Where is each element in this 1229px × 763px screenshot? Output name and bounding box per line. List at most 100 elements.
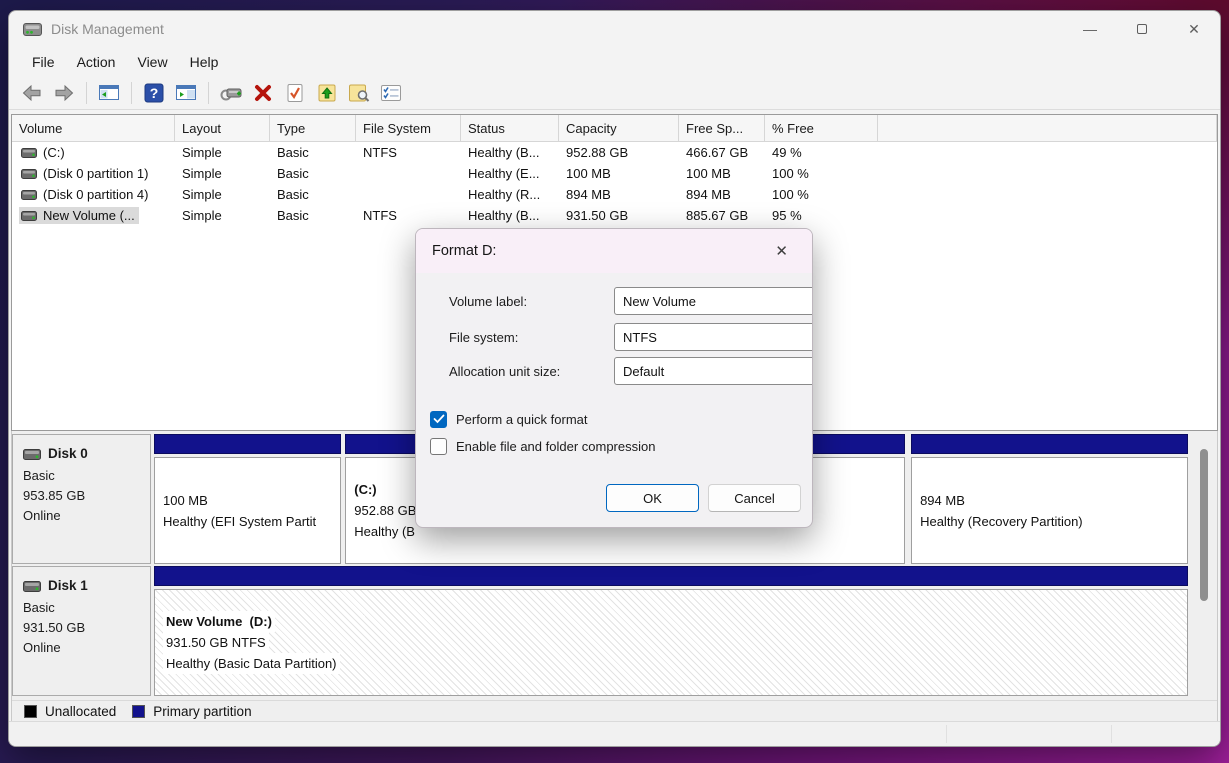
toolbar-separator bbox=[208, 82, 209, 104]
toolbar-separator bbox=[86, 82, 87, 104]
menu-help[interactable]: Help bbox=[179, 50, 230, 74]
statusbar-separator bbox=[946, 725, 947, 743]
primary-partition-bar bbox=[911, 434, 1188, 454]
toolbar: ? bbox=[9, 77, 1220, 110]
partition-recovery[interactable]: 894 MB Healthy (Recovery Partition) bbox=[911, 434, 1188, 564]
delete-volume-icon[interactable] bbox=[250, 81, 276, 105]
partition-efi[interactable]: 100 MB Healthy (EFI System Partit bbox=[154, 434, 341, 564]
volume-disk-icon bbox=[21, 190, 37, 200]
volume-type: Basic bbox=[270, 166, 356, 181]
partition-status: Healthy (Basic Data Partition) bbox=[163, 653, 340, 674]
volume-row-partition4[interactable]: (Disk 0 partition 4) Simple Basic Health… bbox=[12, 184, 1217, 205]
checkbox-checked-icon[interactable] bbox=[430, 411, 447, 428]
ok-button[interactable]: OK bbox=[606, 484, 699, 512]
volume-capacity: 894 MB bbox=[559, 187, 679, 202]
volume-free-space: 885.67 GB bbox=[679, 208, 765, 223]
volume-type: Basic bbox=[270, 145, 356, 160]
partition-size: 894 MB bbox=[920, 490, 1185, 511]
disk-icon bbox=[23, 581, 41, 592]
column-header-volume[interactable]: Volume bbox=[12, 115, 175, 141]
volume-status: Healthy (B... bbox=[461, 208, 559, 223]
partition-new-volume-d[interactable]: New Volume (D:) 931.50 GB NTFS Healthy (… bbox=[154, 566, 1188, 696]
quick-format-label: Perform a quick format bbox=[456, 412, 588, 427]
volume-layout: Simple bbox=[175, 145, 270, 160]
menu-bar: File Action View Help bbox=[9, 47, 1220, 77]
disk-name: Disk 0 bbox=[48, 444, 88, 464]
show-console-tree-icon[interactable] bbox=[96, 81, 122, 105]
checkbox-unchecked-icon[interactable] bbox=[430, 438, 447, 455]
volume-disk-icon bbox=[21, 169, 37, 179]
compression-label: Enable file and folder compression bbox=[456, 439, 655, 454]
volume-free-space: 466.67 GB bbox=[679, 145, 765, 160]
legend-bar: Unallocated Primary partition bbox=[12, 700, 1217, 722]
partition-label: New Volume (D:) bbox=[163, 611, 275, 632]
close-button[interactable]: ✕ bbox=[1168, 11, 1220, 47]
disk1-info-panel[interactable]: Disk 1 Basic 931.50 GB Online bbox=[12, 566, 151, 696]
volume-status: Healthy (B... bbox=[461, 145, 559, 160]
volume-row-new-volume[interactable]: New Volume (... Simple Basic NTFS Health… bbox=[12, 205, 1217, 226]
primary-partition-swatch bbox=[132, 705, 145, 718]
quick-format-checkbox-row[interactable]: Perform a quick format bbox=[430, 409, 588, 429]
menu-view[interactable]: View bbox=[126, 50, 178, 74]
show-action-pane-icon[interactable] bbox=[173, 81, 199, 105]
volume-label-input[interactable]: New Volume bbox=[614, 287, 813, 315]
dialog-close-icon[interactable]: ✕ bbox=[767, 238, 796, 264]
column-header-layout[interactable]: Layout bbox=[175, 115, 270, 141]
disk0-info-panel[interactable]: Disk 0 Basic 953.85 GB Online bbox=[12, 434, 151, 564]
volume-status: Healthy (E... bbox=[461, 166, 559, 181]
disk-status: Online bbox=[23, 638, 140, 658]
volume-file-system: NTFS bbox=[356, 208, 461, 223]
menu-file[interactable]: File bbox=[21, 50, 66, 74]
explore-find-icon[interactable] bbox=[346, 81, 372, 105]
unallocated-swatch bbox=[24, 705, 37, 718]
disk-icon bbox=[23, 449, 41, 460]
volume-capacity: 931.50 GB bbox=[559, 208, 679, 223]
column-header-status[interactable]: Status bbox=[461, 115, 559, 141]
vertical-scrollbar-thumb[interactable] bbox=[1200, 449, 1208, 601]
rescan-disks-icon[interactable] bbox=[218, 81, 244, 105]
disk1-row: Disk 1 Basic 931.50 GB Online New Volume… bbox=[12, 566, 1217, 696]
volume-layout: Simple bbox=[175, 187, 270, 202]
disk-status: Online bbox=[23, 506, 140, 526]
column-header-free-space[interactable]: Free Sp... bbox=[679, 115, 765, 141]
volume-status: Healthy (R... bbox=[461, 187, 559, 202]
volume-free-space: 894 MB bbox=[679, 187, 765, 202]
format-dialog-title: Format D: bbox=[432, 243, 496, 259]
file-system-select[interactable]: NTFS ⌄ bbox=[614, 323, 813, 351]
compression-checkbox-row[interactable]: Enable file and folder compression bbox=[430, 436, 655, 456]
desktop: { "window": { "title": "Disk Management"… bbox=[0, 0, 1229, 763]
properties-check-icon[interactable] bbox=[282, 81, 308, 105]
file-system-value: NTFS bbox=[623, 330, 657, 345]
allocation-unit-select[interactable]: Default ⌄ bbox=[614, 357, 813, 385]
volume-capacity: 100 MB bbox=[559, 166, 679, 181]
volume-name: (Disk 0 partition 1) bbox=[43, 166, 148, 181]
volume-row-c[interactable]: (C:) Simple Basic NTFS Healthy (B... 952… bbox=[12, 142, 1217, 163]
column-header-type[interactable]: Type bbox=[270, 115, 356, 141]
help-icon[interactable]: ? bbox=[141, 81, 167, 105]
export-up-icon[interactable] bbox=[314, 81, 340, 105]
forward-icon[interactable] bbox=[51, 81, 77, 105]
column-header-file-system[interactable]: File System bbox=[356, 115, 461, 141]
disk-size: 953.85 GB bbox=[23, 486, 140, 506]
maximize-button[interactable] bbox=[1116, 11, 1168, 47]
allocation-unit-value: Default bbox=[623, 364, 664, 379]
volume-pct-free: 95 % bbox=[765, 208, 878, 223]
legend-unallocated-label: Unallocated bbox=[45, 704, 116, 719]
volume-pct-free: 100 % bbox=[765, 187, 878, 202]
partition-size: 931.50 GB NTFS bbox=[163, 632, 269, 653]
volume-capacity: 952.88 GB bbox=[559, 145, 679, 160]
column-header-pct-free[interactable]: % Free bbox=[765, 115, 878, 141]
titlebar: Disk Management — ✕ bbox=[9, 11, 1220, 47]
minimize-button[interactable]: — bbox=[1064, 11, 1116, 47]
menu-action[interactable]: Action bbox=[66, 50, 127, 74]
cancel-button[interactable]: Cancel bbox=[708, 484, 801, 512]
disk-type: Basic bbox=[23, 598, 140, 618]
volume-name: (Disk 0 partition 4) bbox=[43, 187, 148, 202]
volume-row-partition1[interactable]: (Disk 0 partition 1) Simple Basic Health… bbox=[12, 163, 1217, 184]
partition-size: 100 MB bbox=[163, 490, 338, 511]
view-options-icon[interactable] bbox=[378, 81, 404, 105]
column-header-capacity[interactable]: Capacity bbox=[559, 115, 679, 141]
volume-disk-icon bbox=[21, 148, 37, 158]
volume-file-system: NTFS bbox=[356, 145, 461, 160]
back-icon[interactable] bbox=[19, 81, 45, 105]
